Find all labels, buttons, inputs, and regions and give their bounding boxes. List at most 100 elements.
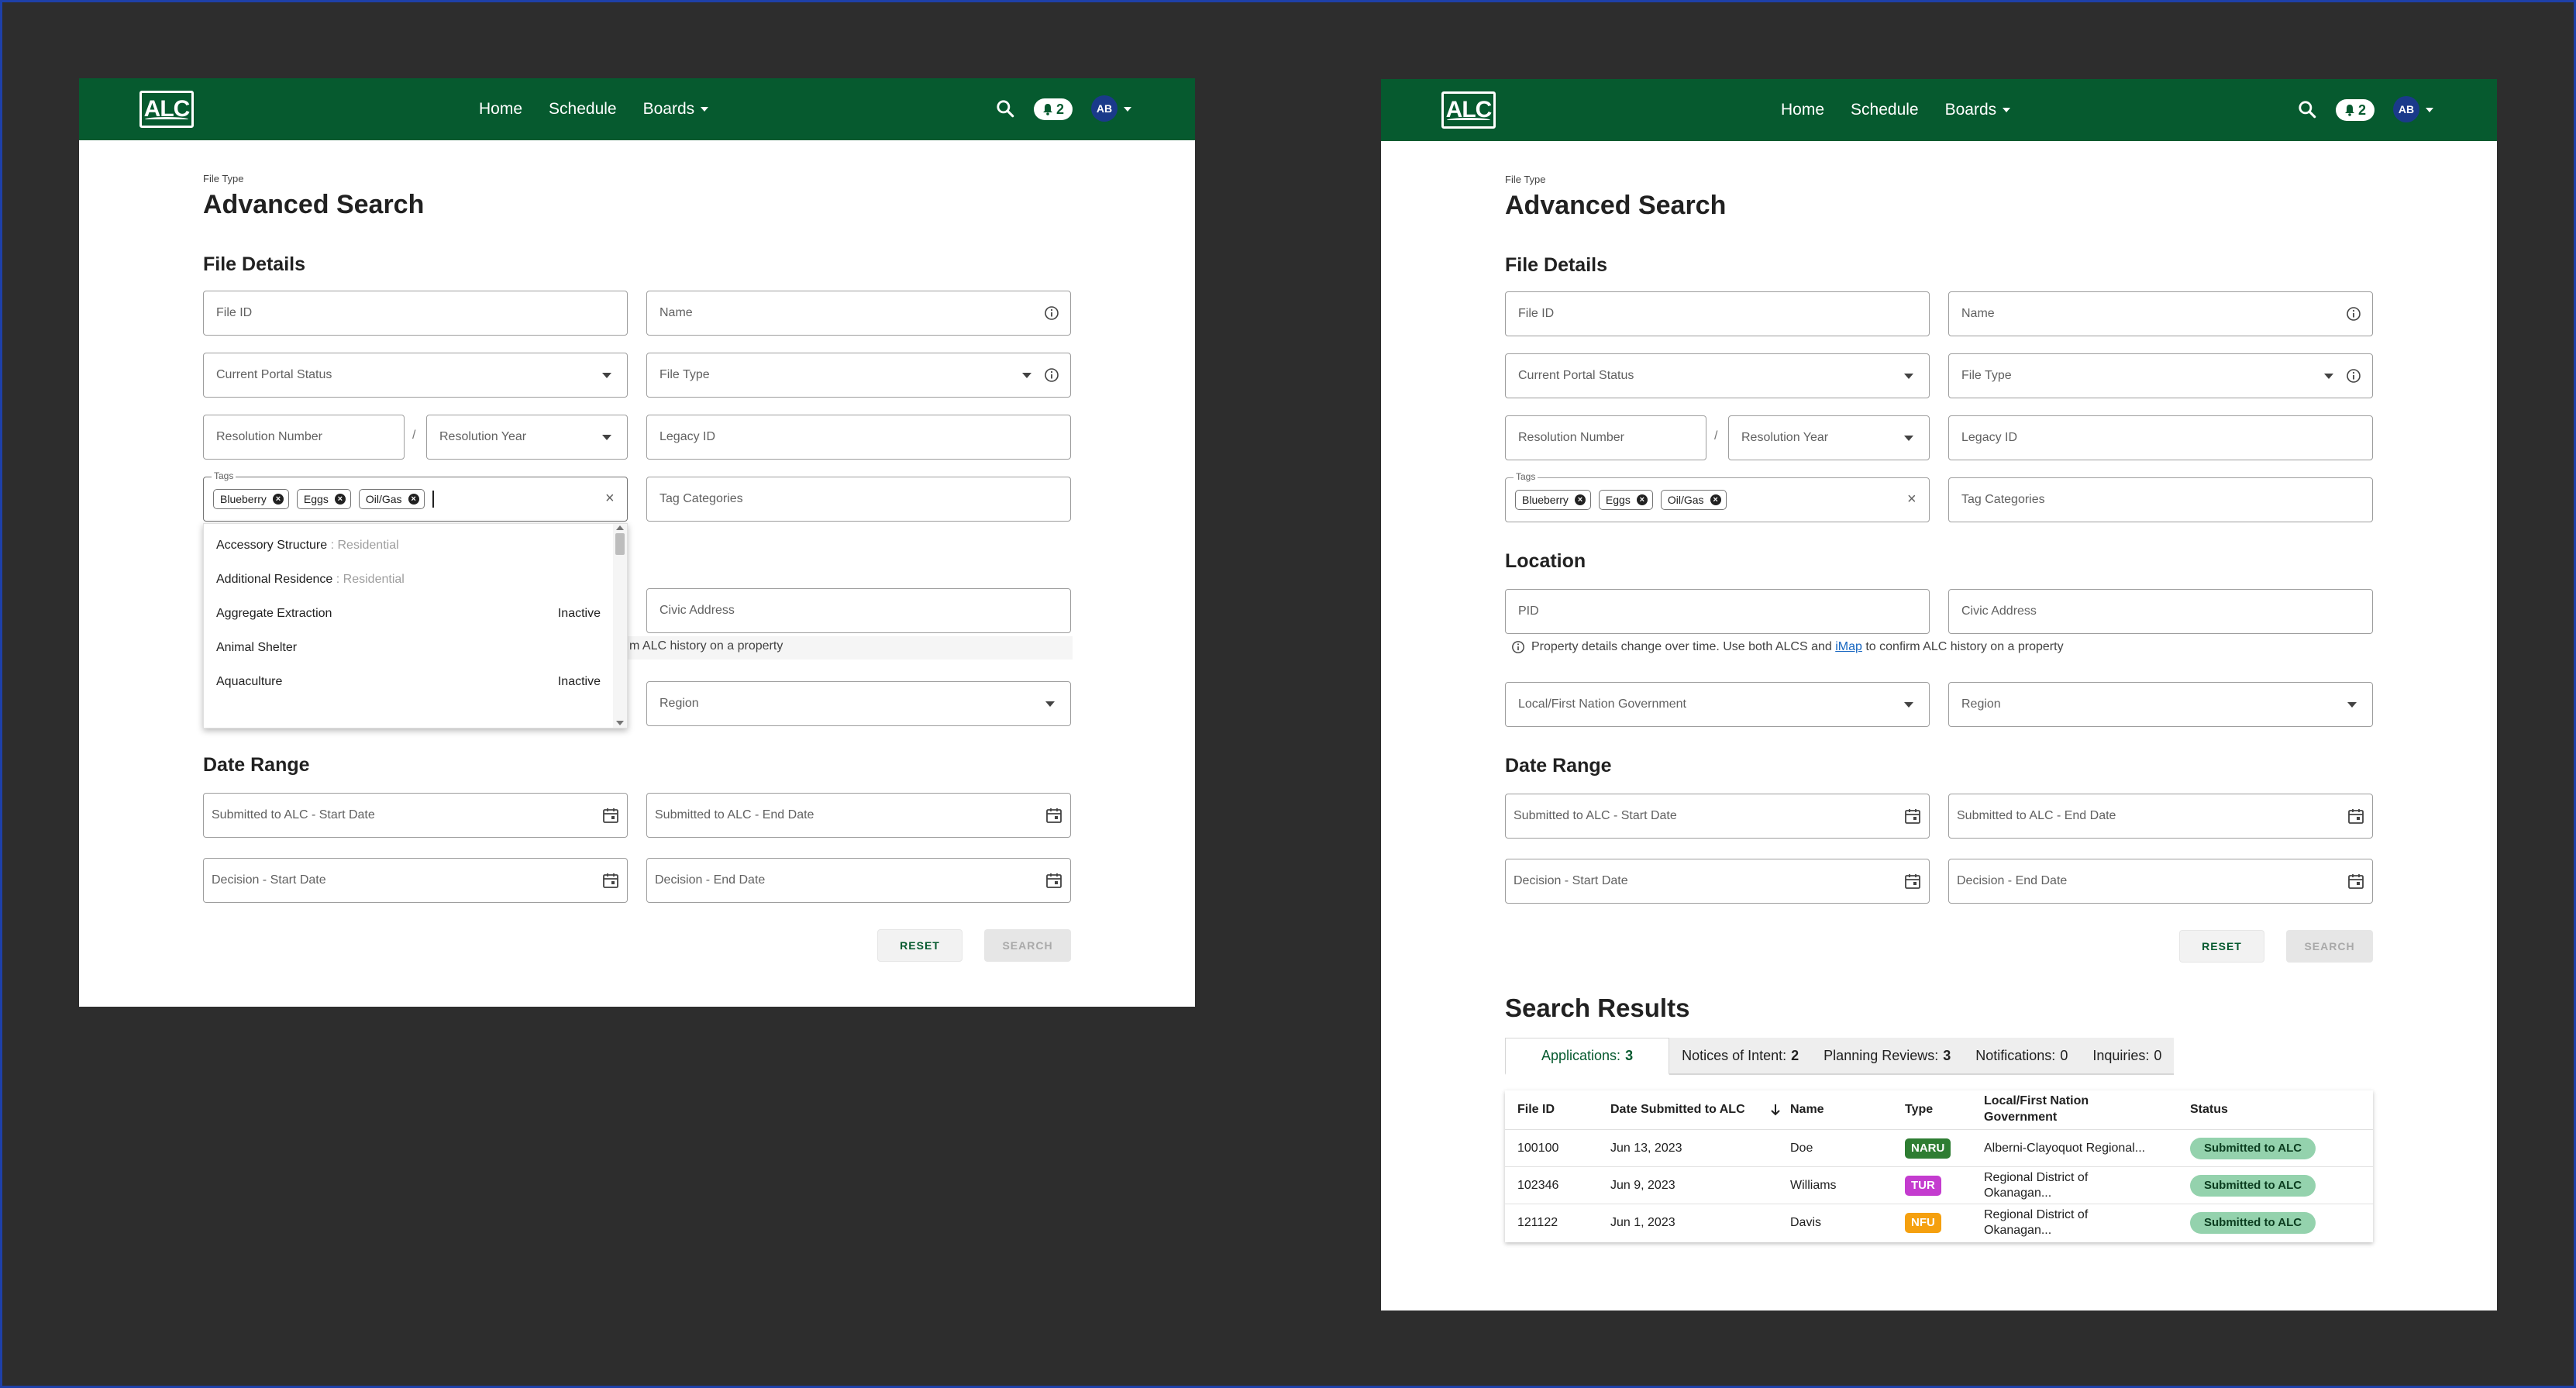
resolution-year-select[interactable]: Resolution Year — [1728, 415, 1930, 460]
calendar-icon[interactable] — [2347, 873, 2364, 890]
nav-boards[interactable]: Boards — [1945, 101, 2011, 119]
notifications-button[interactable]: 2 — [1034, 98, 1073, 120]
remove-chip-icon[interactable]: × — [1710, 494, 1721, 505]
dropdown-option[interactable]: Animal Shelter — [216, 635, 601, 660]
search-icon[interactable] — [2297, 99, 2317, 119]
submitted-end-date[interactable]: Submitted to ALC - End Date — [646, 793, 1071, 838]
name-field[interactable]: Name — [646, 291, 1071, 336]
remove-chip-icon[interactable]: × — [1636, 494, 1648, 505]
alc-logo[interactable]: ALC — [139, 91, 194, 128]
info-icon[interactable] — [1044, 367, 1059, 383]
nav-home[interactable]: Home — [1781, 101, 1824, 119]
clear-icon[interactable]: × — [1907, 491, 1917, 508]
calendar-icon[interactable] — [602, 872, 619, 889]
file-id-field[interactable]: File ID — [1505, 291, 1930, 336]
resolution-number-field[interactable]: Resolution Number — [1505, 415, 1706, 460]
tag-categories-field[interactable]: Tag Categories — [646, 477, 1071, 522]
alc-logo[interactable]: ALC — [1441, 91, 1496, 129]
dropdown-option[interactable]: Aggregate Extraction Inactive — [216, 601, 601, 626]
portal-status-select[interactable]: Current Portal Status — [203, 353, 628, 398]
column-header-file-id[interactable]: File ID — [1517, 1090, 1555, 1129]
remove-chip-icon[interactable]: × — [1574, 494, 1586, 505]
avatar[interactable]: AB — [2393, 96, 2419, 122]
info-icon[interactable] — [2346, 368, 2361, 384]
search-button[interactable]: SEARCH — [2286, 930, 2373, 963]
chevron-down-icon[interactable] — [1124, 107, 1131, 112]
scroll-down-icon[interactable] — [616, 721, 624, 725]
decision-end-date[interactable]: Decision - End Date — [646, 858, 1071, 903]
nav-schedule[interactable]: Schedule — [1851, 101, 1919, 119]
region-select[interactable]: Region — [1948, 682, 2373, 727]
chevron-down-icon[interactable] — [2426, 108, 2433, 112]
scroll-thumb[interactable] — [615, 533, 625, 555]
column-header-type[interactable]: Type — [1905, 1090, 1933, 1129]
calendar-icon[interactable] — [1045, 872, 1062, 889]
info-icon[interactable] — [2346, 306, 2361, 322]
search-button[interactable]: SEARCH — [984, 929, 1071, 962]
table-row[interactable]: 121122 Jun 1, 2023 Davis NFU Regional Di… — [1505, 1204, 2373, 1241]
notifications-button[interactable]: 2 — [2336, 99, 2375, 121]
decision-start-date[interactable]: Decision - Start Date — [203, 858, 628, 903]
name-field[interactable]: Name — [1948, 291, 2373, 336]
tag-categories-field[interactable]: Tag Categories — [1948, 477, 2373, 522]
reset-button[interactable]: RESET — [877, 929, 963, 962]
clear-icon[interactable]: × — [605, 490, 615, 508]
civic-address-field[interactable]: Civic Address — [1948, 589, 2373, 634]
tab-notifications[interactable]: Notifications: 0 — [1963, 1038, 2081, 1075]
table-row[interactable]: 100100 Jun 13, 2023 Doe NARU Alberni-Cla… — [1505, 1129, 2373, 1166]
column-header-date-submitted[interactable]: Date Submitted to ALC — [1610, 1090, 1745, 1129]
remove-chip-icon[interactable]: × — [334, 494, 346, 505]
calendar-icon[interactable] — [1904, 873, 1921, 890]
calendar-icon[interactable] — [2347, 808, 2364, 825]
dropdown-option[interactable]: Additional Residence : Residential — [216, 567, 601, 592]
bell-icon — [1042, 104, 1052, 115]
dropdown-option[interactable]: Accessory Structure : Residential — [216, 533, 601, 558]
file-id-field[interactable]: File ID — [203, 291, 628, 336]
nav-home[interactable]: Home — [479, 100, 522, 119]
search-icon[interactable] — [995, 98, 1015, 119]
submitted-start-date[interactable]: Submitted to ALC - Start Date — [1505, 794, 1930, 839]
remove-chip-icon[interactable]: × — [408, 494, 419, 505]
calendar-icon[interactable] — [1904, 808, 1921, 825]
region-select[interactable]: Region — [646, 681, 1071, 726]
file-type-select[interactable]: File Type — [646, 353, 1071, 398]
imap-link[interactable]: iMap — [1835, 640, 1862, 653]
tab-inquiries[interactable]: Inquiries: 0 — [2080, 1038, 2175, 1075]
dropdown-option[interactable]: Aquaculture Inactive — [216, 670, 601, 694]
portal-status-select[interactable]: Current Portal Status — [1505, 353, 1930, 398]
column-header-government[interactable]: Local/First Nation Government — [1984, 1090, 2139, 1129]
scroll-up-icon[interactable] — [616, 525, 624, 530]
nav-schedule[interactable]: Schedule — [549, 100, 617, 119]
resolution-year-select[interactable]: Resolution Year — [426, 415, 628, 460]
calendar-icon[interactable] — [1045, 807, 1062, 824]
info-icon[interactable] — [1044, 305, 1059, 321]
legacy-id-field[interactable]: Legacy ID — [1948, 415, 2373, 460]
file-type-select[interactable]: File Type — [1948, 353, 2373, 398]
resolution-separator: / — [412, 429, 416, 442]
tab-planning-reviews[interactable]: Planning Reviews: 3 — [1811, 1038, 1964, 1075]
resolution-number-field[interactable]: Resolution Number — [203, 415, 405, 460]
calendar-icon[interactable] — [602, 807, 619, 824]
legacy-id-field[interactable]: Legacy ID — [646, 415, 1071, 460]
decision-end-date[interactable]: Decision - End Date — [1948, 859, 2373, 904]
main-nav: Home Schedule Boards — [1781, 79, 2011, 141]
submitted-start-date[interactable]: Submitted to ALC - Start Date — [203, 793, 628, 838]
sort-down-icon[interactable] — [1770, 1103, 1781, 1117]
reset-button[interactable]: RESET — [2179, 930, 2264, 963]
tags-input[interactable]: Tags Blueberry × Eggs × Oil/Gas × × — [1505, 471, 1930, 522]
column-header-status[interactable]: Status — [2190, 1090, 2228, 1129]
avatar[interactable]: AB — [1091, 95, 1118, 122]
government-select[interactable]: Local/First Nation Government — [1505, 682, 1930, 727]
tags-input[interactable]: Tags Blueberry × Eggs × Oil/Gas × × — [203, 470, 628, 522]
decision-start-date[interactable]: Decision - Start Date — [1505, 859, 1930, 904]
table-row[interactable]: 102346 Jun 9, 2023 Williams TUR Regional… — [1505, 1166, 2373, 1204]
tab-applications[interactable]: Applications: 3 — [1505, 1038, 1670, 1075]
column-header-name[interactable]: Name — [1790, 1090, 1824, 1129]
dropdown-scrollbar[interactable] — [613, 524, 627, 728]
remove-chip-icon[interactable]: × — [272, 494, 284, 505]
nav-boards[interactable]: Boards — [643, 100, 709, 119]
pid-field[interactable]: PID — [1505, 589, 1930, 634]
tab-notices-of-intent[interactable]: Notices of Intent: 2 — [1669, 1038, 1812, 1075]
civic-address-field[interactable]: Civic Address — [646, 588, 1071, 633]
submitted-end-date[interactable]: Submitted to ALC - End Date — [1948, 794, 2373, 839]
